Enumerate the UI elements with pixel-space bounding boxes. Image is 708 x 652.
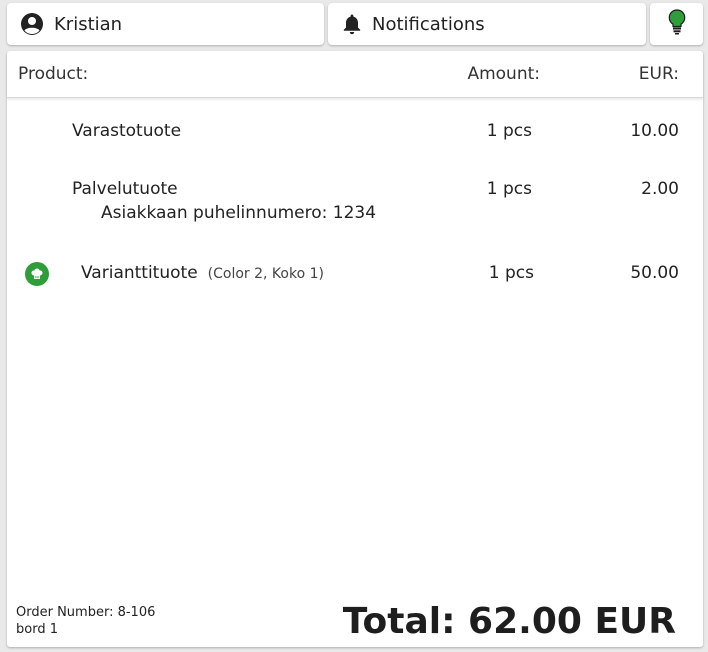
user-button[interactable]: Kristian [7, 3, 324, 45]
product-name: Varastotuote [72, 121, 182, 141]
product-price: 2.00 [641, 179, 679, 199]
order-number: Order Number: 8-106 [16, 605, 156, 620]
notifications-label: Notifications [372, 13, 485, 35]
chef-hat-icon [25, 262, 49, 286]
order-total: Total: 62.00 EUR [342, 601, 676, 642]
product-amount: 1 pcs [488, 263, 534, 283]
product-price: 50.00 [630, 263, 679, 283]
product-price: 10.00 [630, 121, 679, 141]
user-name: Kristian [54, 13, 123, 35]
product-amount: 1 pcs [486, 179, 532, 199]
account-circle-icon [20, 12, 44, 36]
notifications-button[interactable]: Notifications [328, 3, 646, 45]
product-name: Varianttituote [81, 263, 198, 283]
lightbulb-icon [668, 8, 686, 40]
lightbulb-button[interactable] [650, 3, 703, 45]
top-bar: Kristian Notifications [0, 0, 708, 48]
bell-icon [342, 13, 362, 35]
table-name: bord 1 [16, 622, 58, 637]
table-header: Product: Amount: EUR: [7, 51, 703, 98]
product-name: Palvelutuote [72, 179, 178, 199]
product-name-line: Varianttituote (Color 2, Koko 1) [81, 263, 324, 283]
header-eur: EUR: [638, 64, 679, 84]
order-info: Order Number: 8-106 bord 1 [16, 604, 155, 638]
product-variant: (Color 2, Koko 1) [207, 266, 324, 282]
header-amount: Amount: [467, 64, 540, 84]
product-note: Asiakkaan puhelinnumero: 1234 [101, 203, 377, 223]
header-product: Product: [18, 64, 89, 84]
product-amount: 1 pcs [486, 121, 532, 141]
order-panel: Product: Amount: EUR: Varastotuote 1 pcs… [7, 51, 703, 647]
